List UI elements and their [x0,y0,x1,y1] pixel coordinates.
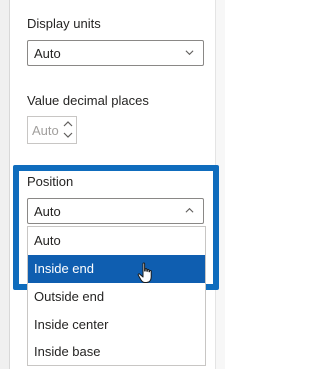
spin-down-icon[interactable] [62,130,74,140]
display-units-label: Display units [27,16,101,31]
position-options-list: Auto Inside end Outside end Inside cente… [27,226,206,366]
spin-up-icon[interactable] [62,119,74,129]
position-label: Position [27,174,74,189]
left-pane-strip [0,0,10,369]
chevron-up-icon [185,207,194,213]
option-outside-end[interactable]: Outside end [28,283,205,311]
decimal-places-spinner[interactable]: Auto [27,116,77,144]
decimal-places-value: Auto [32,123,59,138]
option-auto[interactable]: Auto [28,227,205,255]
decimal-places-label: Value decimal places [27,93,149,108]
hand-pointer-icon [137,262,152,283]
chevron-down-icon [185,50,194,56]
option-inside-end[interactable]: Inside end [28,255,205,283]
position-value: Auto [34,204,61,219]
option-inside-center[interactable]: Inside center [28,311,205,339]
option-inside-base[interactable]: Inside base [28,338,205,366]
display-units-value: Auto [34,46,61,61]
position-dropdown[interactable]: Auto [27,198,204,224]
display-units-dropdown[interactable]: Auto [27,40,204,66]
